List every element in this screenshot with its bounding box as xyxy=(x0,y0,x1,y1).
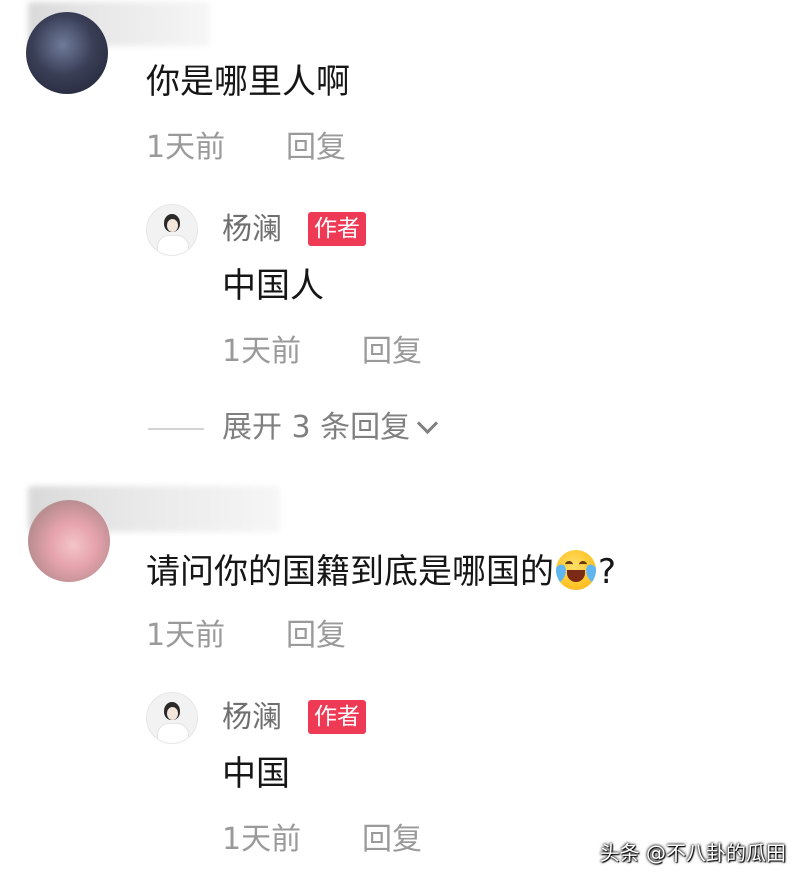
comment-time: 1天前 xyxy=(146,618,226,653)
avatar[interactable] xyxy=(28,500,110,582)
reply-button[interactable]: 回复 xyxy=(286,130,346,166)
reply-button[interactable]: 回复 xyxy=(362,822,422,858)
author-name[interactable]: 杨澜 xyxy=(222,212,282,248)
expand-divider xyxy=(148,428,204,430)
comment-time: 1天前 xyxy=(146,130,226,165)
avatar[interactable] xyxy=(26,12,108,94)
reply-button[interactable]: 回复 xyxy=(362,334,422,370)
reply-time: 1天前 xyxy=(222,334,302,369)
comment-text-main: 请问你的国籍到底是哪国的 xyxy=(146,552,554,592)
comment-text: 请问你的国籍到底是哪国的? xyxy=(146,549,617,594)
watermark: 头条 @不八卦的瓜田 xyxy=(599,841,786,865)
author-name[interactable]: 杨澜 xyxy=(222,700,282,736)
reply-time: 1天前 xyxy=(222,822,302,857)
expand-replies-label: 展开 3 条回复 xyxy=(222,410,411,445)
author-avatar[interactable] xyxy=(146,204,198,256)
author-avatar[interactable] xyxy=(146,692,198,744)
author-badge: 作者 xyxy=(308,212,366,246)
expand-replies-button[interactable]: 展开 3 条回复 xyxy=(222,410,439,446)
reply-text: 中国 xyxy=(222,754,290,794)
reply-button[interactable]: 回复 xyxy=(286,618,346,654)
comment-text: 你是哪里人啊 xyxy=(146,62,350,102)
comment-thread: 你是哪里人啊 1天前 回复 杨澜 作者 中国人 1天前 回复 展开 3 条回复 … xyxy=(0,0,800,880)
laughing-crying-emoji-icon xyxy=(556,549,596,590)
chevron-down-icon xyxy=(417,412,439,435)
comment-text-suffix: ? xyxy=(598,552,617,592)
author-badge: 作者 xyxy=(308,700,366,734)
reply-text: 中国人 xyxy=(222,266,324,306)
